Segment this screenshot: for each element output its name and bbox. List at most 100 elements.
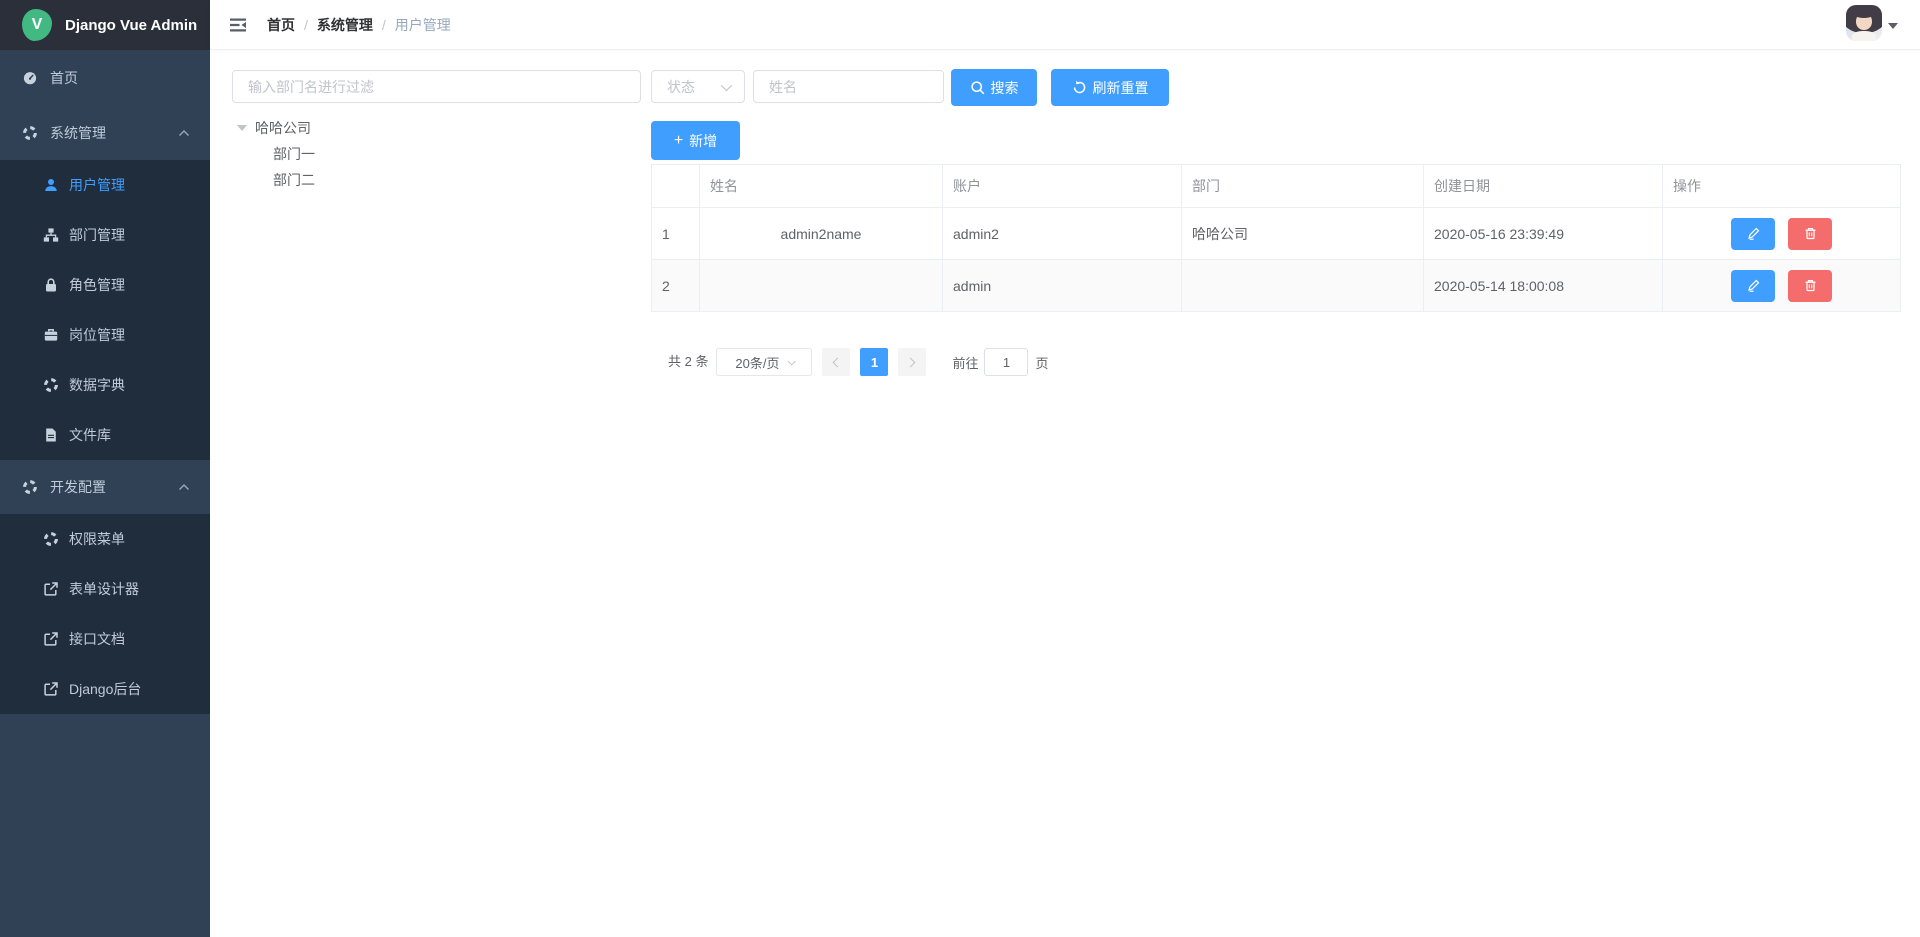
tree-node-child[interactable]: 部门二 bbox=[273, 167, 315, 193]
page-size-label: 20条/页 bbox=[735, 353, 779, 372]
col-account: 账户 bbox=[943, 165, 1182, 208]
sidebar-item-perm-menu[interactable]: 权限菜单 bbox=[0, 514, 210, 564]
delete-button[interactable] bbox=[1788, 270, 1832, 302]
user-avatar[interactable] bbox=[1846, 5, 1882, 41]
table-header-row: 姓名 账户 部门 创建日期 操作 bbox=[652, 165, 1901, 208]
briefcase-icon bbox=[43, 327, 59, 343]
sidebar-item-data-dict[interactable]: 数据字典 bbox=[0, 360, 210, 410]
sidebar-item-file-library[interactable]: 文件库 bbox=[0, 410, 210, 460]
cell-actions bbox=[1663, 260, 1901, 312]
breadcrumb-system[interactable]: 系统管理 bbox=[317, 15, 373, 35]
sidebar-item-user-mgmt[interactable]: 用户管理 bbox=[0, 160, 210, 210]
add-button[interactable]: + 新增 bbox=[651, 121, 740, 160]
tree-node-root[interactable]: 哈哈公司 bbox=[237, 115, 311, 141]
sidebar-item-post-mgmt[interactable]: 岗位管理 bbox=[0, 310, 210, 360]
sidebar-item-role-mgmt[interactable]: 角色管理 bbox=[0, 260, 210, 310]
search-button-label: 搜索 bbox=[991, 78, 1019, 98]
sidebar-item-home[interactable]: 首页 bbox=[0, 50, 210, 106]
sidebar-group-dev-config[interactable]: 开发配置 bbox=[0, 460, 210, 514]
users-table: 姓名 账户 部门 创建日期 操作 1 admin2name admin2 哈哈公… bbox=[651, 164, 1901, 312]
page-number-1[interactable]: 1 bbox=[860, 348, 888, 376]
trash-icon bbox=[1804, 279, 1817, 292]
goto-label: 前往 bbox=[952, 353, 978, 372]
chevron-left-icon bbox=[833, 357, 843, 367]
dashboard-icon bbox=[22, 70, 38, 86]
sidebar-item-label: 表单设计器 bbox=[69, 579, 139, 599]
external-link-icon bbox=[43, 581, 59, 597]
refresh-icon bbox=[1072, 80, 1087, 95]
cell-created: 2020-05-16 23:39:49 bbox=[1424, 208, 1663, 260]
app-title: Django Vue Admin bbox=[65, 17, 197, 34]
table-row: 1 admin2name admin2 哈哈公司 2020-05-16 23:3… bbox=[652, 208, 1901, 260]
cell-index: 2 bbox=[652, 260, 700, 312]
sidebar-item-label: 角色管理 bbox=[69, 275, 125, 295]
next-page-button[interactable] bbox=[898, 348, 926, 376]
col-name: 姓名 bbox=[700, 165, 943, 208]
user-menu[interactable] bbox=[1846, 5, 1898, 45]
caret-down-icon[interactable] bbox=[237, 125, 247, 131]
tree-node-label: 部门二 bbox=[273, 170, 315, 190]
chevron-right-icon bbox=[906, 357, 916, 367]
name-filter-input[interactable] bbox=[753, 70, 944, 103]
edit-button[interactable] bbox=[1731, 218, 1775, 250]
sidebar-item-label: 首页 bbox=[50, 68, 78, 88]
caret-down-icon bbox=[1888, 23, 1898, 29]
trash-icon bbox=[1804, 227, 1817, 240]
page: V Django Vue Admin 首页 系统管理 bbox=[0, 0, 1920, 937]
sidebar-item-label: 权限菜单 bbox=[69, 529, 125, 549]
page-size-select[interactable]: 20条/页 bbox=[716, 348, 812, 376]
cell-account: admin bbox=[943, 260, 1182, 312]
search-button[interactable]: 搜索 bbox=[951, 69, 1037, 106]
lifebuoy-icon bbox=[22, 479, 38, 495]
logo-bar: V Django Vue Admin bbox=[0, 0, 210, 50]
sidebar-item-label: 文件库 bbox=[69, 425, 111, 445]
cell-account: admin2 bbox=[943, 208, 1182, 260]
cell-actions bbox=[1663, 208, 1901, 260]
sidebar-item-django-admin[interactable]: Django后台 bbox=[0, 664, 210, 714]
status-select[interactable]: 状态 bbox=[651, 70, 745, 103]
sidebar-item-label: 部门管理 bbox=[69, 225, 125, 245]
external-link-icon bbox=[43, 631, 59, 647]
page-unit-label: 页 bbox=[1035, 353, 1048, 372]
lifebuoy-icon bbox=[43, 531, 59, 547]
tree-node-label: 部门一 bbox=[273, 144, 315, 164]
external-link-icon bbox=[43, 681, 59, 697]
sidebar-item-label: 数据字典 bbox=[69, 375, 125, 395]
sidebar-item-label: 岗位管理 bbox=[69, 325, 125, 345]
hamburger-icon[interactable] bbox=[227, 14, 249, 36]
breadcrumb-separator: / bbox=[304, 17, 308, 33]
app-logo: V bbox=[22, 9, 52, 41]
edit-pencil-icon bbox=[1747, 227, 1760, 240]
cell-name bbox=[700, 260, 943, 312]
user-icon bbox=[43, 177, 59, 193]
sidebar-group-system[interactable]: 系统管理 bbox=[0, 106, 210, 160]
edit-button[interactable] bbox=[1731, 270, 1775, 302]
sidebar-item-label: 接口文档 bbox=[69, 629, 125, 649]
col-actions: 操作 bbox=[1663, 165, 1901, 208]
chevron-down-icon bbox=[721, 79, 732, 90]
lock-icon bbox=[43, 277, 59, 293]
chevron-up-icon bbox=[178, 483, 190, 491]
breadcrumb-home[interactable]: 首页 bbox=[267, 15, 295, 35]
breadcrumb: 首页 / 系统管理 / 用户管理 bbox=[267, 0, 451, 50]
lifebuoy-icon bbox=[43, 377, 59, 393]
sidebar-group-label: 系统管理 bbox=[50, 123, 106, 143]
sidebar-item-api-docs[interactable]: 接口文档 bbox=[0, 614, 210, 664]
status-select-placeholder: 状态 bbox=[667, 77, 695, 97]
top-navbar: 首页 / 系统管理 / 用户管理 bbox=[210, 0, 1920, 50]
add-button-label: 新增 bbox=[689, 131, 717, 151]
main-area: 首页 / 系统管理 / 用户管理 哈哈公司 bbox=[210, 0, 1920, 937]
tree-node-child[interactable]: 部门一 bbox=[273, 141, 315, 167]
col-index bbox=[652, 165, 700, 208]
tree-node-label: 哈哈公司 bbox=[255, 118, 311, 138]
pagination: 共 2 条 20条/页 1 前往 页 bbox=[668, 348, 1049, 376]
delete-button[interactable] bbox=[1788, 218, 1832, 250]
dept-filter-input[interactable] bbox=[232, 70, 641, 103]
sidebar-item-dept-mgmt[interactable]: 部门管理 bbox=[0, 210, 210, 260]
sidebar-item-form-designer[interactable]: 表单设计器 bbox=[0, 564, 210, 614]
refresh-reset-button[interactable]: 刷新重置 bbox=[1051, 69, 1169, 106]
sidebar-menu: 首页 系统管理 用户管理 部门 bbox=[0, 50, 210, 714]
sidebar-item-label: Django后台 bbox=[69, 679, 141, 699]
goto-page-input[interactable] bbox=[984, 348, 1028, 376]
prev-page-button[interactable] bbox=[822, 348, 850, 376]
